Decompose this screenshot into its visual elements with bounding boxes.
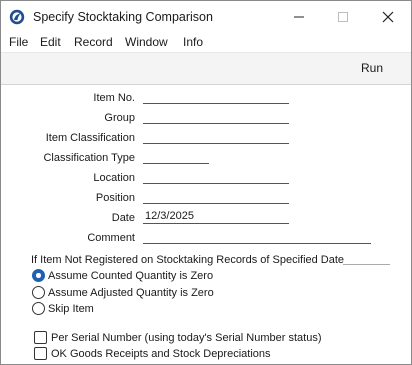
position-field[interactable] (143, 190, 289, 204)
classification-type-field[interactable] (143, 150, 209, 164)
item-classification-label: Item Classification (45, 132, 135, 144)
location-label: Location (93, 172, 135, 184)
checkbox-label-per-serial-number[interactable]: Per Serial Number (using today's Serial … (51, 332, 321, 344)
menu-bar: File Edit Record Window Info (1, 33, 411, 52)
radio-label-assume-counted-zero[interactable]: Assume Counted Quantity is Zero (48, 270, 213, 282)
item-no-label: Item No. (93, 92, 135, 104)
location-field[interactable] (143, 170, 289, 184)
checkbox-label-ok-goods-receipts[interactable]: OK Goods Receipts and Stock Depreciation… (51, 348, 271, 360)
not-registered-heading: If Item Not Registered on Stocktaking Re… (31, 254, 345, 266)
maximize-button[interactable] (333, 7, 353, 27)
menu-info[interactable]: Info (183, 35, 203, 49)
dialog-window: Specify Stocktaking Comparison File Edit… (0, 0, 412, 365)
radio-skip-item[interactable] (32, 302, 45, 315)
close-icon (382, 11, 394, 23)
classification-type-label: Classification Type (43, 152, 135, 164)
position-label: Position (95, 192, 135, 204)
radio-label-skip-item[interactable]: Skip Item (48, 303, 94, 315)
date-field[interactable]: 12/3/2025 (143, 210, 289, 224)
title-bar[interactable]: Specify Stocktaking Comparison (1, 1, 411, 33)
window-title: Specify Stocktaking Comparison (33, 10, 213, 24)
run-button[interactable]: Run (361, 61, 383, 75)
checkbox-per-serial-number[interactable] (34, 331, 47, 344)
group-field[interactable] (143, 110, 289, 124)
menu-file[interactable]: File (9, 35, 28, 49)
menu-edit[interactable]: Edit (40, 35, 61, 49)
checkbox-ok-goods-receipts[interactable] (34, 347, 47, 360)
radio-assume-adjusted-zero[interactable] (32, 286, 45, 299)
app-icon (9, 9, 25, 25)
button-bar: Run (1, 52, 411, 85)
minimize-icon (294, 16, 304, 18)
close-button[interactable] (378, 7, 398, 27)
radio-assume-counted-zero[interactable] (32, 269, 45, 282)
radio-label-assume-adjusted-zero[interactable]: Assume Adjusted Quantity is Zero (48, 287, 214, 299)
item-no-field[interactable] (143, 90, 289, 104)
comment-field[interactable] (143, 230, 371, 244)
minimize-button[interactable] (289, 7, 309, 27)
group-label: Group (104, 112, 135, 124)
section-divider (343, 264, 390, 265)
maximize-icon (338, 12, 348, 22)
menu-window[interactable]: Window (125, 35, 168, 49)
date-label: Date (111, 212, 135, 224)
item-classification-field[interactable] (143, 130, 289, 144)
menu-record[interactable]: Record (74, 35, 113, 49)
comment-label: Comment (87, 232, 135, 244)
